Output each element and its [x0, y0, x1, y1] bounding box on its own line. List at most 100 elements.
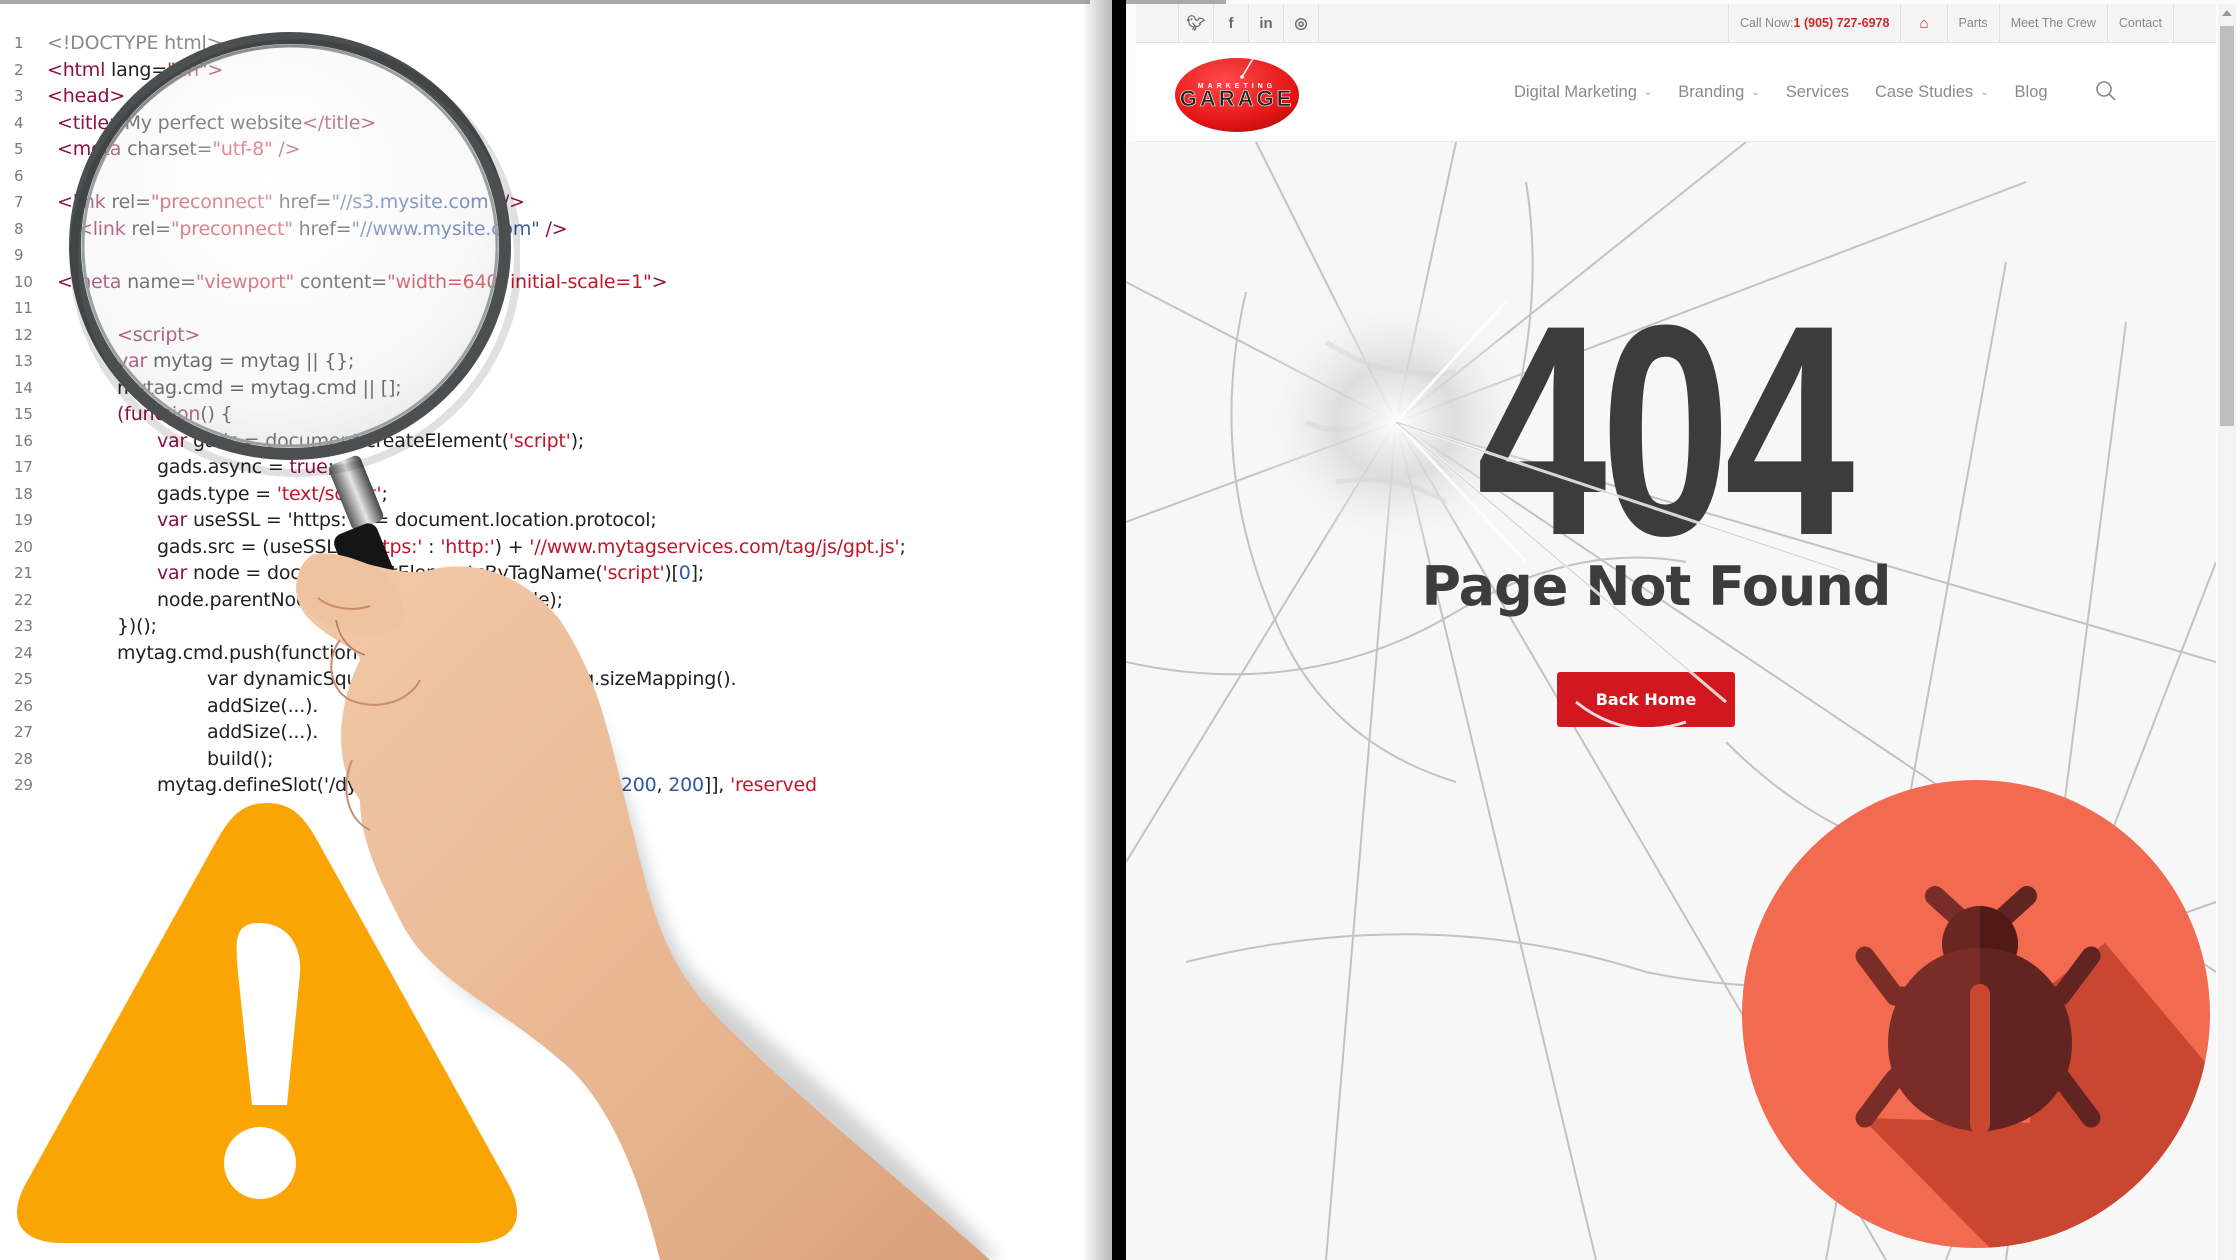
warning-icon	[16, 803, 518, 1243]
phone-number[interactable]: 1 (905) 727-6978	[1794, 16, 1890, 30]
code-line: 13 var mytag = mytag || {};	[0, 348, 1100, 375]
nav-item-case-studies[interactable]: Case Studies ⌄	[1875, 83, 1989, 102]
code-text: <title>My perfect website</title>	[47, 110, 376, 137]
top-link-contact[interactable]: Contact	[2106, 4, 2174, 42]
top-link-parts[interactable]: Parts	[1946, 4, 1999, 42]
line-number: 18	[14, 484, 33, 503]
code-token: rel=	[131, 217, 171, 240]
code-line: 9	[0, 242, 1100, 269]
search-icon[interactable]	[2094, 79, 2118, 103]
code-line: 6	[0, 163, 1100, 190]
code-text: var useSSL = 'https:' == document.locati…	[47, 507, 657, 534]
social-links: 🐦︎ f in ◎	[1178, 4, 1319, 42]
code-text: addSize(...).	[47, 693, 318, 720]
code-token: <title>	[57, 111, 125, 134]
code-line: 3 <head>	[0, 83, 1100, 110]
code-line: 1 <!DOCTYPE html>	[0, 30, 1100, 57]
code-token: var dynamicSquarySizeMapping = mytag.siz…	[207, 668, 737, 690]
code-token: <html	[47, 58, 112, 81]
code-token: ,	[547, 774, 560, 796]
line-number: 26	[14, 696, 33, 715]
code-line: 27 addSize(...).	[0, 719, 1100, 746]
code-token: />	[497, 191, 525, 213]
code-token: "viewport"	[195, 270, 295, 293]
code-token: "en"	[167, 58, 208, 81]
code-token: 'reserved	[729, 774, 817, 796]
nav-item-label: Services	[1785, 82, 1850, 101]
code-text: var gads = document.createElement('scrip…	[47, 428, 584, 455]
code-token: ];	[690, 562, 705, 584]
code-line: 25 var dynamicSquarySizeMapping = mytag.s…	[0, 666, 1100, 693]
code-token: />	[272, 138, 301, 160]
code-text: var node = document.getElementsByTagName…	[47, 560, 704, 587]
code-token: 250	[559, 774, 595, 796]
marketing-garage-logo[interactable]: MARKETING GARAGE	[1174, 55, 1300, 133]
line-number: 3	[14, 87, 24, 105]
panel-divider	[1112, 0, 1126, 1260]
bug-body-stripe	[1970, 984, 1990, 1134]
scroll-up-arrow-icon[interactable]	[2222, 10, 2232, 16]
code-token: <meta	[57, 270, 128, 293]
code-text: <link rel="preconnect" href="//s3.mysite…	[47, 189, 525, 216]
code-token: ;	[899, 535, 906, 558]
code-text: node.parentNode.insertBefore(gads, node)…	[47, 587, 563, 614]
code-token: addSize(...).	[207, 721, 319, 743]
code-token: node = document.getElementsByTagName(	[192, 562, 603, 584]
top-link-meet-the-crew[interactable]: Meet The Crew	[1998, 4, 2107, 42]
line-number: 23	[14, 617, 33, 635]
code-token: var	[157, 429, 193, 452]
code-token: name=	[127, 270, 196, 293]
code-token: ], [	[594, 774, 621, 796]
code-token: ;	[381, 482, 388, 505]
nav-item-label: Case Studies	[1875, 82, 1974, 101]
code-token: charset=	[127, 138, 213, 160]
linkedin-icon[interactable]: in	[1248, 4, 1283, 42]
twitter-icon[interactable]: 🐦︎	[1178, 4, 1213, 42]
code-token: ,	[656, 774, 669, 796]
code-token: lang=	[111, 58, 167, 81]
code-token: 'text/script'	[276, 482, 382, 505]
code-text: })();	[47, 613, 157, 640]
code-token: node.parentNode.insertBefore(gads, node)…	[157, 588, 563, 611]
code-token: 0	[678, 562, 691, 584]
call-now-label: Call Now:	[1740, 16, 1794, 30]
code-token: 200	[668, 774, 704, 796]
line-number: 2	[14, 60, 24, 79]
home-icon[interactable]: ⌂	[1900, 4, 1946, 42]
bug-icon	[1742, 780, 2210, 1248]
code-line: 24 mytag.cmd.push(function() {	[0, 640, 1100, 667]
code-text: (function() {	[47, 401, 233, 428]
code-token: <!DOCTYPE html>	[47, 32, 223, 54]
line-number: 5	[14, 140, 24, 158]
nav-item-branding[interactable]: Branding ⌄	[1678, 83, 1759, 102]
line-number: 7	[14, 193, 24, 211]
line-number: 11	[14, 299, 33, 317]
nav-item-services[interactable]: Services	[1786, 83, 1849, 102]
code-line: 15 (function() {	[0, 401, 1100, 428]
instagram-icon[interactable]: ◎	[1283, 4, 1319, 42]
code-token: gads.src = (useSSL ?	[157, 535, 359, 558]
code-text: mytag.cmd.push(function() {	[47, 640, 390, 667]
facebook-icon[interactable]: f	[1213, 4, 1248, 42]
code-text: gads.type = 'text/script';	[47, 481, 388, 508]
code-text: <head>	[47, 83, 125, 110]
nav-item-digital-marketing[interactable]: Digital Marketing ⌄	[1514, 83, 1652, 102]
line-number: 19	[14, 511, 33, 529]
call-now[interactable]: Call Now: 1 (905) 727-6978	[1728, 4, 1900, 42]
line-number: 12	[14, 325, 33, 344]
line-number: 1	[14, 34, 24, 52]
code-text: <meta charset="utf-8" />	[47, 136, 301, 163]
code-line: 17 gads.async = true;	[0, 454, 1100, 481]
code-line: 8 <link rel="preconnect" href="//www.mysi…	[0, 216, 1100, 243]
code-token: gads.async =	[157, 456, 290, 478]
back-home-button[interactable]: Back Home	[1557, 672, 1735, 727]
line-number: 13	[14, 352, 33, 370]
code-token: 'script'	[602, 562, 665, 584]
code-text: gads.src = (useSSL ? 'https:' : 'http:')…	[47, 534, 906, 561]
line-number: 4	[14, 113, 24, 132]
code-token: )[	[664, 562, 679, 584]
vertical-scrollbar[interactable]	[2218, 4, 2236, 1260]
scrollbar-thumb[interactable]	[2220, 26, 2234, 426]
code-token: gads.type =	[157, 482, 277, 505]
nav-item-blog[interactable]: Blog	[2015, 83, 2048, 102]
